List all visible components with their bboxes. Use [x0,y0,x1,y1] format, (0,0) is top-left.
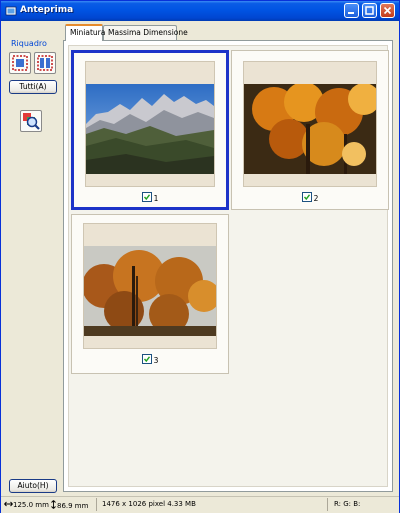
horizontal-arrow-icon [4,501,13,507]
sidebar: Riquadro Tutti(A) Aiuto(H) [3,23,61,493]
preview-window: Anteprima Riquadro Tutti(A) Aiuto(H) Min… [0,0,400,513]
thumbnail-3[interactable]: 3 [71,214,229,374]
thumbnail-checkbox[interactable] [141,354,152,364]
title-bar[interactable]: Anteprima [1,1,399,21]
app-icon [5,6,17,16]
status-bar: 125.0 mm 86.9 mm 1476 x 1026 pixel 4.33 … [1,496,399,513]
thumbnail-checkbox-row: 2 [232,192,388,203]
rgb-readout: R: G: B: [334,500,361,508]
help-button[interactable]: Aiuto(H) [9,479,57,493]
close-button[interactable] [380,3,395,18]
auto-locate-icon [12,55,28,71]
thumbnail-number: 2 [313,194,319,203]
auto-locate-button[interactable] [9,52,31,74]
width-value: 125.0 mm [13,501,49,509]
rotate-frame-icon [37,55,53,71]
height-readout: 86.9 mm [50,500,88,510]
check-icon [303,194,310,201]
window-title: Anteprima [20,5,74,15]
height-value: 86.9 mm [57,502,89,510]
check-icon [143,356,150,363]
minimize-button[interactable] [344,3,359,18]
tab-miniatura[interactable]: Miniatura [65,24,105,41]
magnifier-icon [23,113,40,130]
film-frame [83,223,217,349]
thumbnail-checkbox-row: 1 [74,192,226,203]
thumbnail-image [86,84,214,174]
film-frame [85,61,215,187]
pixel-size-readout: 1476 x 1026 pixel 4.33 MB [102,500,196,508]
thumbnail-checkbox-row: 3 [72,354,228,365]
tab-panel: 1 2 3 [63,40,393,492]
thumbnail-checkbox[interactable] [301,192,312,202]
thumbnail-area: 1 2 3 [68,45,389,487]
check-icon [143,194,150,201]
zoom-preview-button[interactable] [20,110,42,132]
thumbnail-number: 3 [153,356,159,365]
thumbnail-2[interactable]: 2 [231,50,389,210]
riquadro-label: Riquadro [11,39,47,48]
autumn-tree-photo [244,84,376,174]
tab-massima-dimensione[interactable]: Massima Dimensione [103,25,188,40]
thumbnail-image [84,246,216,336]
all-button[interactable]: Tutti(A) [9,80,57,94]
width-readout: 125.0 mm [4,500,49,509]
film-frame [243,61,377,187]
maximize-button[interactable] [362,3,377,18]
autumn-forest-photo [84,246,216,336]
close-icon [383,6,392,15]
maximize-icon [365,6,374,15]
thumbnail-checkbox[interactable] [141,192,152,202]
vertical-arrow-icon [51,500,56,509]
thumbnail-number: 1 [153,194,159,203]
status-separator [96,498,97,511]
minimize-icon [348,12,354,14]
status-separator [327,498,328,511]
mountain-photo [86,84,214,174]
thumbnail-image [244,84,376,174]
rotate-frame-button[interactable] [34,52,56,74]
thumbnail-1[interactable]: 1 [71,50,229,210]
